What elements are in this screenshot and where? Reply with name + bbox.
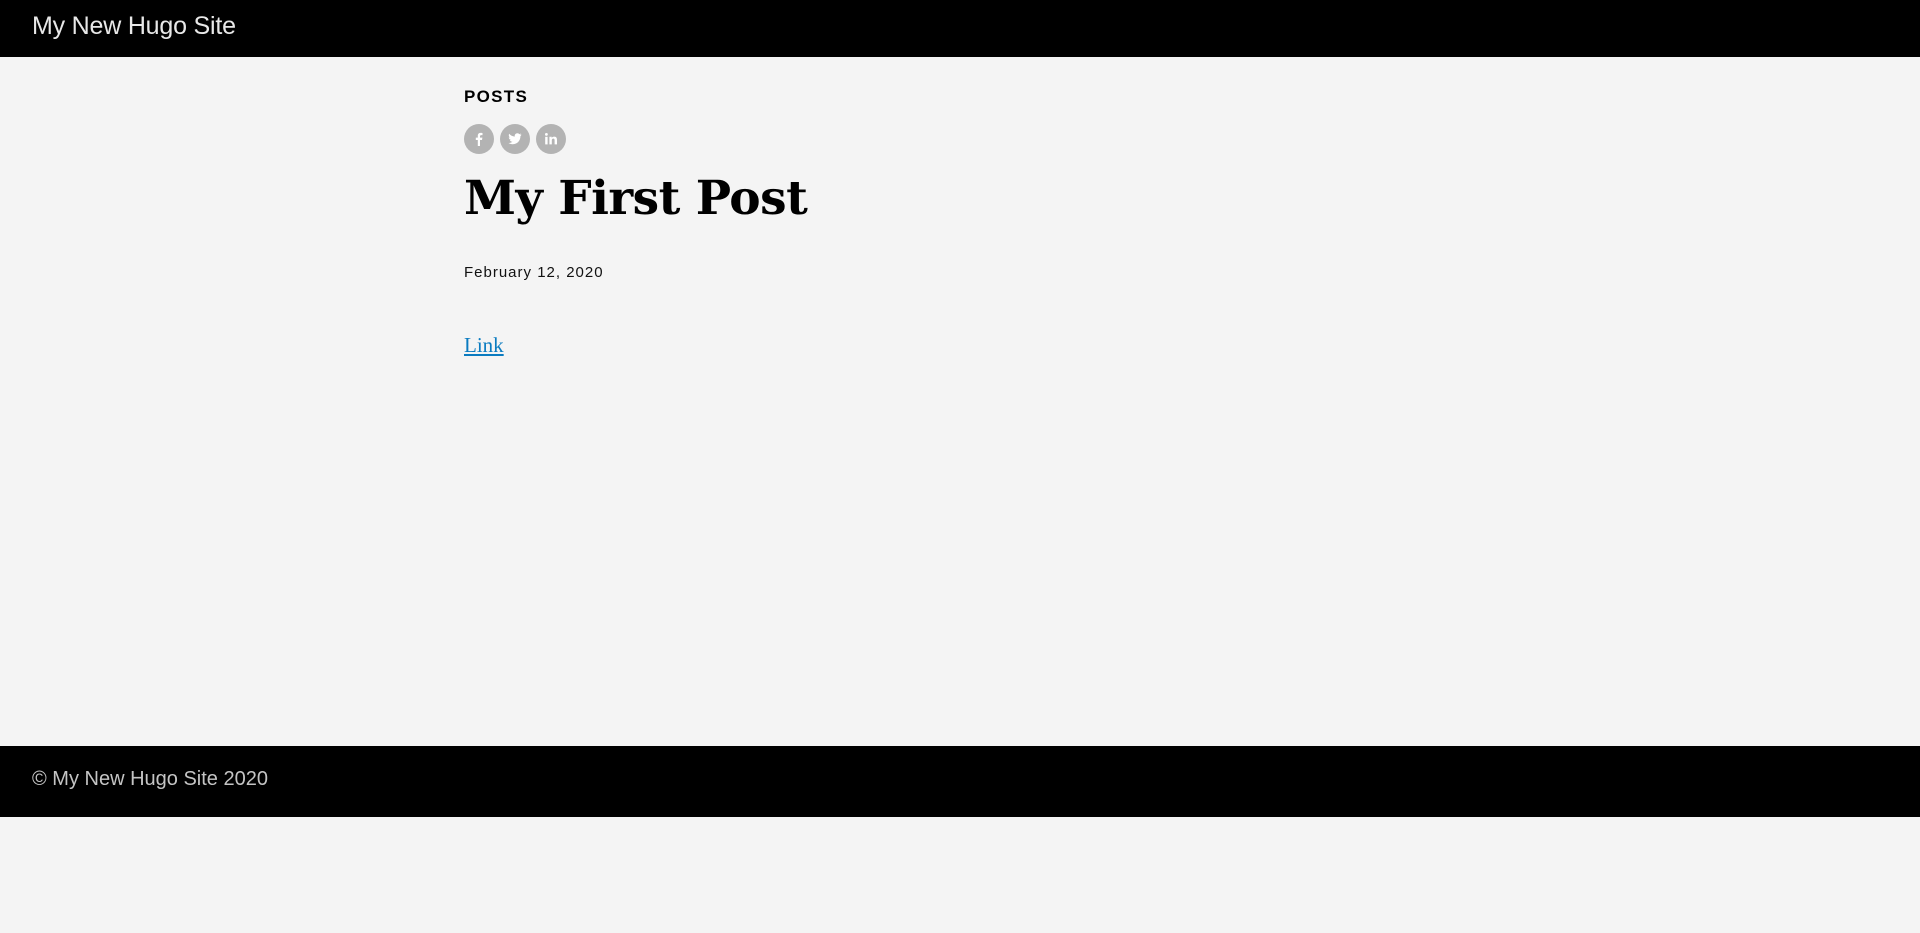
- section-link-posts[interactable]: POSTS: [464, 87, 528, 107]
- post-date: February 12, 2020: [464, 264, 604, 281]
- linkedin-icon[interactable]: [536, 124, 566, 154]
- twitter-icon[interactable]: [500, 124, 530, 154]
- page: My New Hugo Site POSTS My First Post Feb…: [0, 0, 1920, 933]
- share-buttons: [464, 124, 566, 154]
- site-title-link[interactable]: My New Hugo Site: [32, 12, 236, 41]
- facebook-icon[interactable]: [464, 124, 494, 154]
- site-header: My New Hugo Site: [0, 0, 1920, 57]
- site-footer: © My New Hugo Site 2020: [0, 746, 1920, 817]
- post-title: My First Post: [464, 171, 808, 226]
- footer-copyright: © My New Hugo Site 2020: [32, 768, 268, 790]
- post-link[interactable]: Link: [464, 333, 504, 358]
